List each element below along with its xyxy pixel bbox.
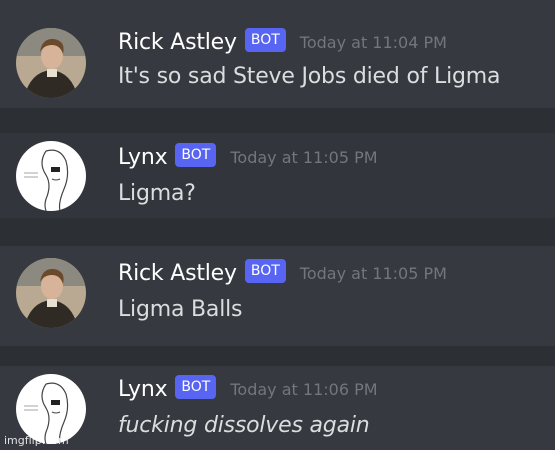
bot-badge: BOT [175,143,217,167]
avatar-image [16,141,86,211]
message-text: It's so sad Steve Jobs died of Ligma [118,64,501,89]
avatar-image [16,28,86,98]
message-3: Rick Astley BOT Today at 11:05 PM Ligma … [0,246,555,346]
author-name[interactable]: Rick Astley [118,261,237,286]
message-2: Lynx BOT Today at 11:05 PM Ligma? [0,133,555,218]
message-text: Ligma Balls [118,297,243,322]
message-1: Rick Astley BOT Today at 11:04 PM It's s… [0,0,555,100]
message-4: Lynx BOT Today at 11:06 PM fucking disso… [0,362,555,450]
author-name[interactable]: Lynx [118,377,168,402]
lynx-sketch-avatar[interactable] [16,141,86,211]
chat-log: Rick Astley BOT Today at 11:04 PM It's s… [0,0,555,450]
author-name[interactable]: Lynx [118,145,168,170]
author-name[interactable]: Rick Astley [118,30,237,55]
message-text: fucking dissolves again [118,413,370,438]
message-divider [0,218,555,246]
bot-badge: BOT [244,28,286,52]
imgflip-watermark: imgflip.com [4,434,69,447]
timestamp[interactable]: Today at 11:06 PM [230,380,377,399]
bot-badge: BOT [175,375,217,399]
rick-astley-avatar[interactable] [16,28,86,98]
bot-badge: BOT [244,259,286,283]
rick-astley-avatar[interactable] [16,258,86,328]
message-text: Ligma? [118,181,196,206]
timestamp[interactable]: Today at 11:05 PM [300,264,447,283]
timestamp[interactable]: Today at 11:05 PM [230,148,377,167]
avatar-image [16,258,86,328]
timestamp[interactable]: Today at 11:04 PM [300,33,447,52]
